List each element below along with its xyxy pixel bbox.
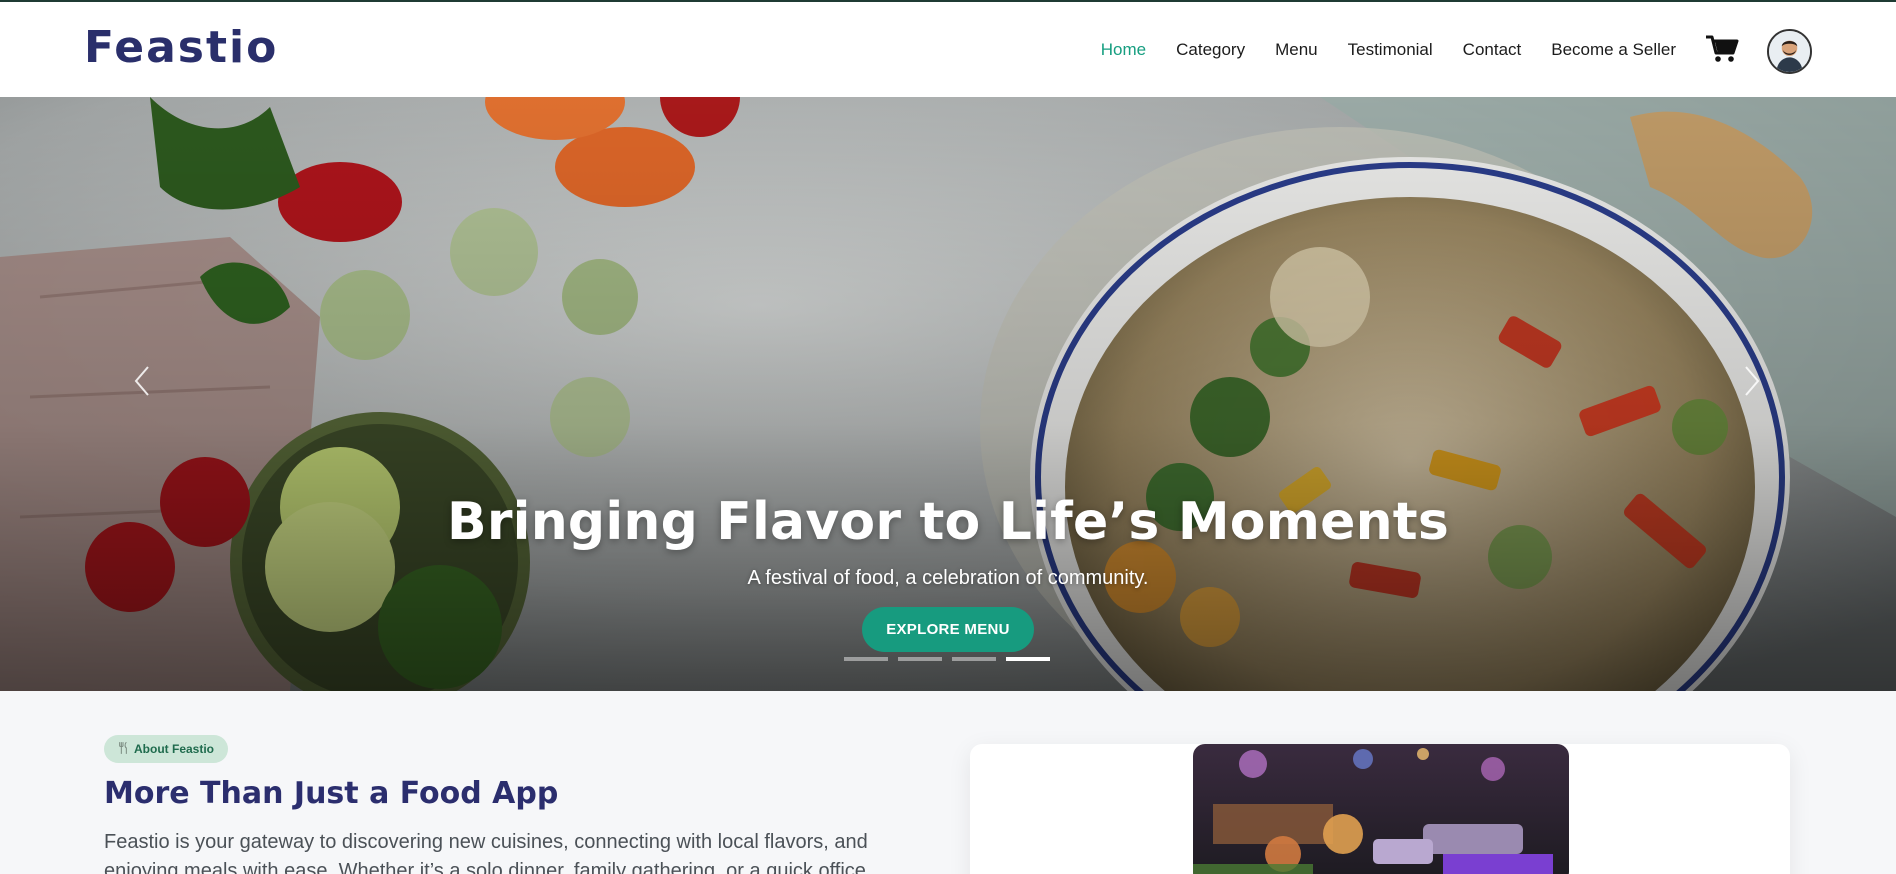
nav-item-become-seller[interactable]: Become a Seller [1551, 40, 1676, 60]
carousel-dot-1[interactable] [844, 657, 888, 661]
carousel-indicators [844, 657, 1050, 661]
cart-icon[interactable] [1705, 34, 1739, 64]
hero-subtitle: A festival of food, a celebration of com… [747, 567, 1149, 589]
about-title: More Than Just a Food App [104, 776, 559, 811]
utensils-icon [118, 741, 128, 757]
carousel-next-arrow-icon[interactable] [1740, 365, 1764, 397]
about-badge: About Feastio [104, 735, 228, 763]
nav-item-contact[interactable]: Contact [1463, 40, 1522, 60]
nav-item-menu[interactable]: Menu [1275, 40, 1318, 60]
carousel-dot-2[interactable] [898, 657, 942, 661]
brand-logo[interactable]: Feastio [84, 22, 278, 73]
carousel-prev-arrow-icon[interactable] [130, 365, 154, 397]
hero-overlay [0, 97, 1896, 691]
top-navbar: Feastio Home Category Menu Testimonial C… [0, 0, 1896, 97]
about-text: Feastio is your gateway to discovering n… [104, 831, 868, 874]
nav-item-category[interactable]: Category [1176, 40, 1245, 60]
user-avatar[interactable] [1767, 29, 1812, 74]
explore-menu-button[interactable]: EXPLORE MENU [862, 607, 1034, 652]
carousel-dot-4[interactable] [1006, 657, 1050, 661]
about-badge-label: About Feastio [134, 742, 214, 756]
nav-item-home[interactable]: Home [1101, 40, 1146, 60]
buffet-photo [1193, 744, 1569, 874]
carousel-dot-3[interactable] [952, 657, 996, 661]
hero-carousel: Bringing Flavor to Life’s Moments A fest… [0, 97, 1896, 691]
nav-item-testimonial[interactable]: Testimonial [1348, 40, 1433, 60]
main-nav: Home Category Menu Testimonial Contact B… [1101, 40, 1676, 60]
hero-title: Bringing Flavor to Life’s Moments [446, 492, 1449, 552]
